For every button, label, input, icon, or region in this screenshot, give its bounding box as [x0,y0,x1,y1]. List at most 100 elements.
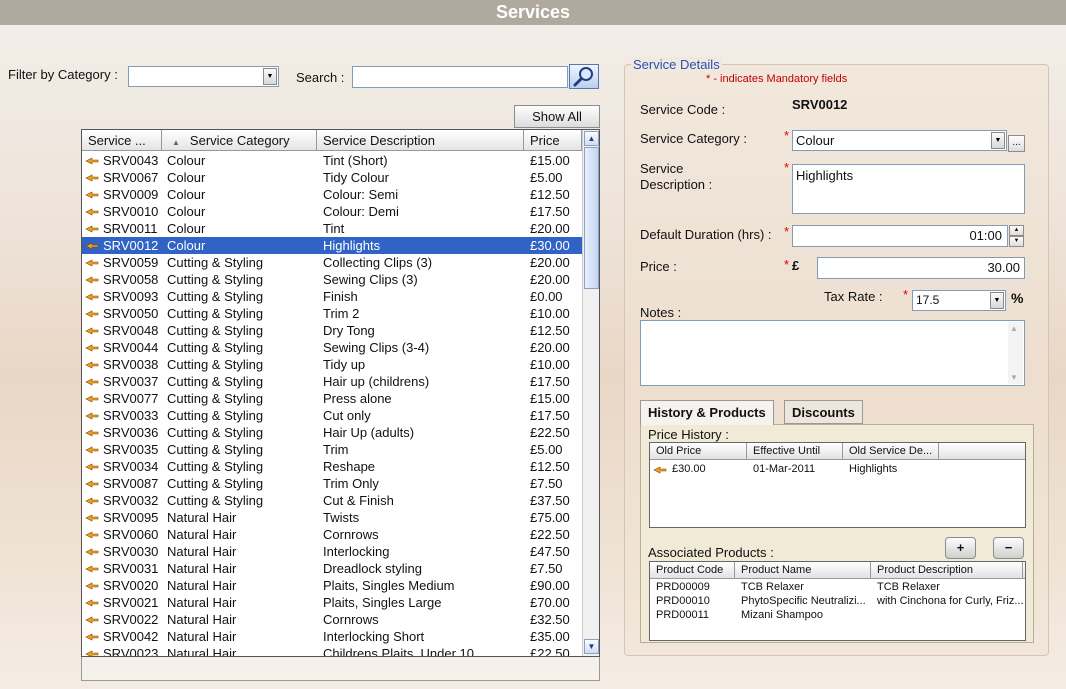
table-row[interactable]: SRV0034 Cutting & Styling Reshape £12.50 [82,458,582,475]
row-pointer-icon [85,429,99,437]
column-header-code[interactable]: Service ... [82,130,162,151]
row-pointer-icon [85,225,99,233]
table-row[interactable]: SRV0038 Cutting & Styling Tidy up £10.00 [82,356,582,373]
service-price-cell: £20.00 [530,340,570,355]
tax-rate-dropdown[interactable]: 17.5 ▼ [912,290,1006,311]
service-category-cell: Colour [167,153,206,168]
table-row[interactable]: SRV0048 Cutting & Styling Dry Tong £12.50 [82,322,582,339]
table-row[interactable]: SRV0093 Cutting & Styling Finish £0.00 [82,288,582,305]
table-row[interactable]: SRV0044 Cutting & Styling Sewing Clips (3-… [82,339,582,356]
table-row[interactable]: SRV0036 Cutting & Styling Hair Up (adults)… [82,424,582,441]
search-input[interactable] [352,66,568,88]
search-button[interactable] [569,64,599,89]
scroll-up-icon[interactable]: ▲ [1010,324,1018,333]
service-price-cell: £17.50 [530,408,570,423]
column-header-product-name[interactable]: Product Name [735,562,871,579]
service-category-cell: Colour [167,187,206,202]
browse-category-button[interactable]: ... [1008,135,1025,152]
column-header-category[interactable]: ▲ Service Category [162,130,317,151]
category-filter-dropdown[interactable]: ▼ [128,66,279,87]
notes-scrollbar[interactable]: ▲ ▼ [1008,322,1023,384]
associated-products-grid[interactable]: Product Code Product Name Product Descri… [649,561,1026,641]
table-row[interactable]: SRV0042 Natural Hair Interlocking Short £35… [82,628,582,645]
scroll-thumb[interactable] [584,147,599,289]
product-row[interactable]: PRD00009 TCB Relaxer TCB Relaxer [650,580,1025,594]
service-price-cell: £10.00 [530,306,570,321]
table-row[interactable]: SRV0077 Cutting & Styling Press alone £15.0… [82,390,582,407]
table-row[interactable]: SRV0032 Cutting & Styling Cut & Finish £37.… [82,492,582,509]
search-icon [573,67,593,87]
table-row[interactable]: SRV0043 Colour Tint (Short) £15.00 [82,152,582,169]
price-history-grid[interactable]: Old Price Effective Until Old Service De… [649,442,1026,528]
spin-up-icon[interactable]: ▲ [1009,225,1024,236]
notes-textarea[interactable]: ▲ ▼ [640,320,1025,386]
service-price-cell: £12.50 [530,323,570,338]
table-row[interactable]: SRV0023 Natural Hair Childrens Plaits, Und… [82,645,582,656]
table-row[interactable]: SRV0087 Cutting & Styling Trim Only £7.50 [82,475,582,492]
duration-input[interactable]: 01:00 [792,225,1008,247]
percent-sign: % [1011,290,1024,306]
grid-scrollbar[interactable]: ▲ ▼ [582,130,599,656]
service-description-cell: Cut & Finish [323,493,394,508]
scroll-down-icon[interactable]: ▼ [1010,373,1018,382]
service-code-cell: SRV0095 [103,510,159,525]
remove-product-button[interactable]: − [993,537,1024,559]
table-row[interactable]: SRV0060 Natural Hair Cornrows £22.50 [82,526,582,543]
column-header-old-description[interactable]: Old Service De... [843,443,939,460]
table-row[interactable]: SRV0011 Colour Tint £20.00 [82,220,582,237]
table-row[interactable]: SRV0050 Cutting & Styling Trim 2 £10.00 [82,305,582,322]
column-header-old-price[interactable]: Old Price [650,443,747,460]
table-row[interactable]: SRV0031 Natural Hair Dreadlock styling £7.5… [82,560,582,577]
price-label: Price : [640,259,677,274]
table-row[interactable]: SRV0010 Colour Colour: Demi £17.50 [82,203,582,220]
table-row[interactable]: SRV0033 Cutting & Styling Cut only £17.50 [82,407,582,424]
service-description-cell: Hair up (childrens) [323,374,430,389]
service-category-cell: Cutting & Styling [167,306,264,321]
table-row[interactable]: SRV0067 Colour Tidy Colour £5.00 [82,169,582,186]
tab-discounts[interactable]: Discounts [784,400,863,424]
service-description-cell: Reshape [323,459,376,474]
show-all-button[interactable]: Show All [514,105,600,128]
chevron-down-icon[interactable]: ▼ [263,68,277,85]
table-row[interactable]: SRV0037 Cutting & Styling Hair up (childre… [82,373,582,390]
column-header-description[interactable]: Service Description [317,130,524,151]
table-row[interactable]: SRV0058 Cutting & Styling Sewing Clips (3)… [82,271,582,288]
table-row[interactable]: SRV0021 Natural Hair Plaits, Singles Large… [82,594,582,611]
column-header-price[interactable]: Price [524,130,582,151]
product-row[interactable]: PRD00010 PhytoSpecific Neutralizi... with … [650,594,1025,608]
table-row[interactable]: SRV0012 Colour Highlights £30.00 [82,237,582,254]
service-category-value: Colour [796,133,835,148]
required-marker: * [784,224,790,239]
spin-down-icon[interactable]: ▼ [1009,236,1024,247]
scroll-up-icon[interactable]: ▲ [584,131,599,146]
table-row[interactable]: SRV0095 Natural Hair Twists £75.00 [82,509,582,526]
table-row[interactable]: SRV0059 Cutting & Styling Collecting Clips… [82,254,582,271]
table-row[interactable]: SRV0030 Natural Hair Interlocking £47.50 [82,543,582,560]
services-grid[interactable]: Service ... ▲ Service Category Service De… [81,129,600,657]
service-price-cell: £20.00 [530,272,570,287]
service-price-cell: £7.50 [530,561,563,576]
column-header-product-description[interactable]: Product Description [871,562,1023,579]
price-input[interactable]: 30.00 [817,257,1025,279]
service-category-dropdown[interactable]: Colour ▼ [792,130,1007,151]
service-description-cell: Cut only [323,408,371,423]
row-pointer-icon [85,599,99,607]
column-header-product-code[interactable]: Product Code [650,562,735,579]
tab-history-products[interactable]: History & Products [640,400,774,425]
add-product-button[interactable]: + [945,537,976,559]
table-row[interactable]: SRV0035 Cutting & Styling Trim £5.00 [82,441,582,458]
chevron-down-icon[interactable]: ▼ [991,132,1005,149]
service-code-cell: SRV0036 [103,425,159,440]
price-history-row[interactable]: £30.00 01-Mar-2011 Highlights [650,462,1025,476]
service-description-cell: Highlights [323,238,381,253]
table-row[interactable]: SRV0022 Natural Hair Cornrows £32.50 [82,611,582,628]
table-row[interactable]: SRV0009 Colour Colour: Semi £12.50 [82,186,582,203]
table-row[interactable]: SRV0020 Natural Hair Plaits, Singles Mediu… [82,577,582,594]
service-price-cell: £22.50 [530,527,570,542]
scroll-down-icon[interactable]: ▼ [584,639,599,654]
duration-spinner[interactable]: ▲ ▼ [1009,225,1024,247]
service-description-textarea[interactable]: Highlights [792,164,1025,214]
chevron-down-icon[interactable]: ▼ [990,292,1004,309]
column-header-effective-until[interactable]: Effective Until [747,443,843,460]
product-row[interactable]: PRD00011 Mizani Shampoo [650,608,1025,622]
